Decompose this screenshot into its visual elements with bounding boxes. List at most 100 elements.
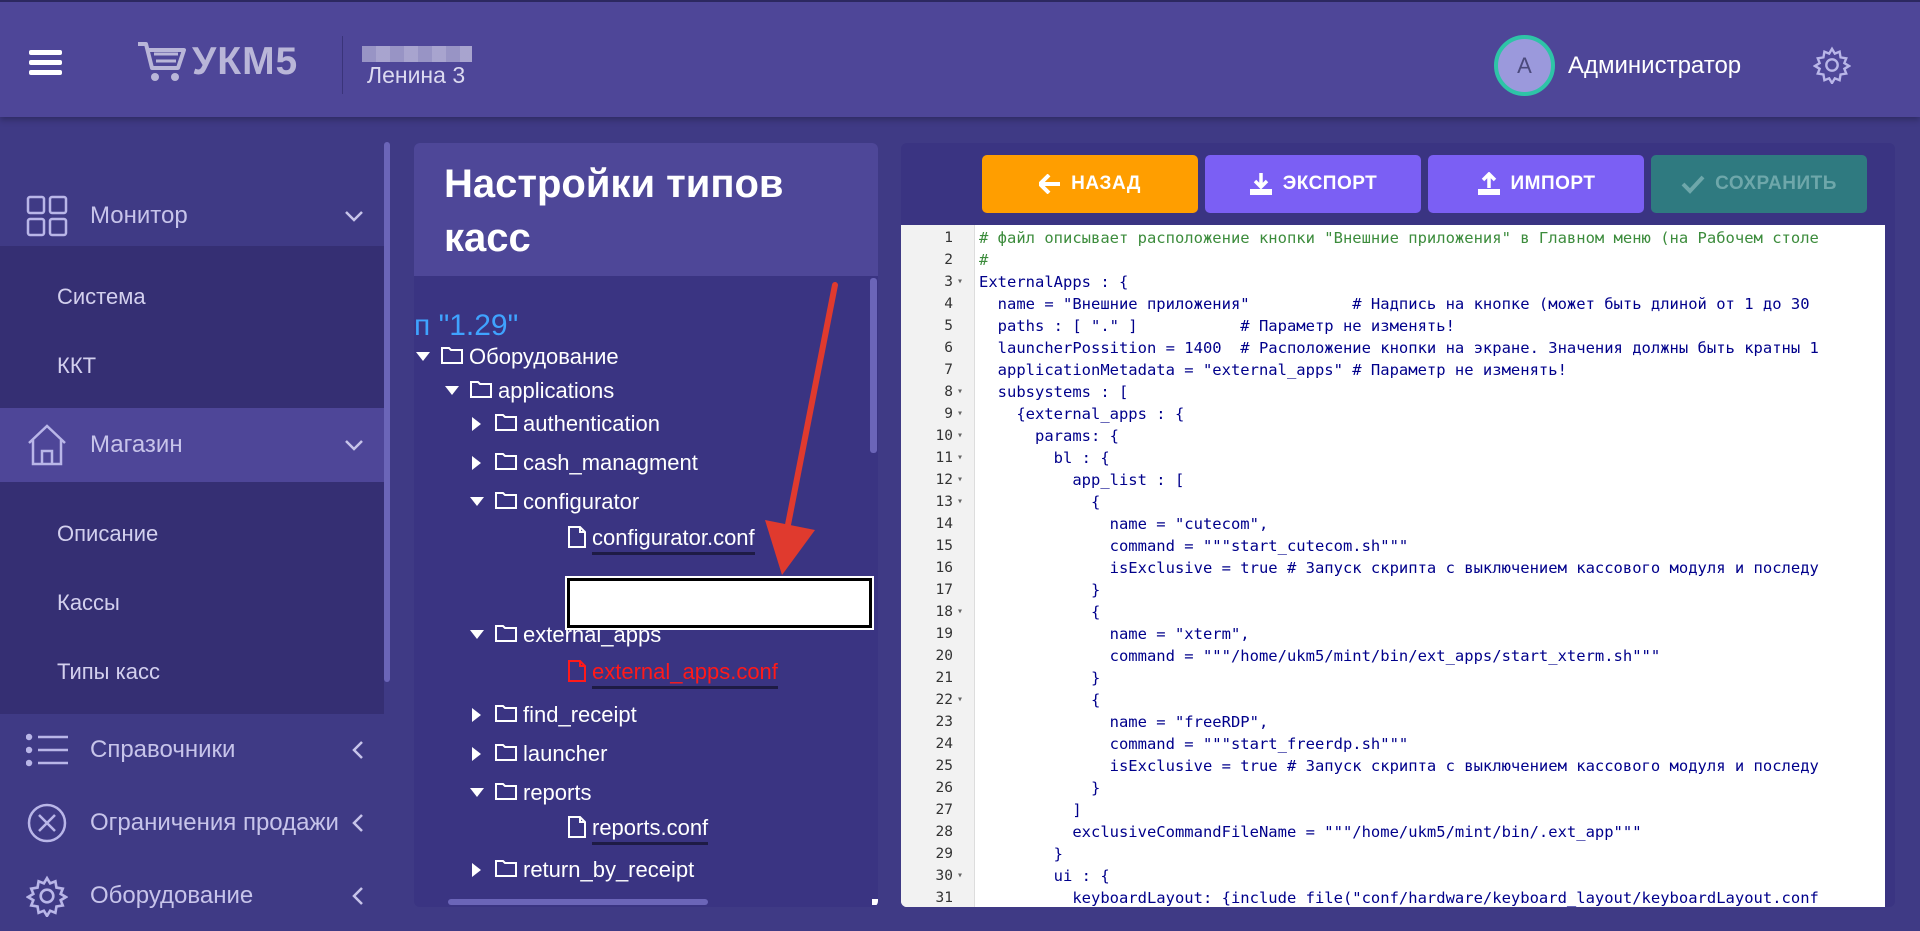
fold-arrow-icon[interactable]: ▾ <box>957 381 963 403</box>
caret-right-icon[interactable] <box>465 417 489 431</box>
code-line: 29 } <box>901 843 1885 865</box>
code-line: 31 keyboardLayout: {include file("conf/h… <box>901 887 1885 907</box>
line-number: 28 <box>935 824 953 840</box>
caret-down-icon[interactable] <box>465 497 489 507</box>
caret-down-icon[interactable] <box>411 352 435 362</box>
code-text: ] <box>979 801 1082 819</box>
tree-folder-node[interactable]: Оборудование <box>411 344 619 370</box>
tree-node-label: authentication <box>523 411 660 436</box>
line-number: 2 <box>944 252 953 268</box>
hamburger-menu-icon[interactable] <box>29 50 62 75</box>
fold-arrow-icon[interactable]: ▾ <box>957 469 963 491</box>
code-text: {external_apps : { <box>979 405 1185 423</box>
fold-arrow-icon[interactable]: ▾ <box>957 601 963 623</box>
line-number: 30 <box>935 868 953 884</box>
tree-folder-node[interactable]: launcher <box>465 741 607 767</box>
tree-folder-node[interactable]: authentication <box>465 411 660 437</box>
line-number: 8 <box>944 384 953 400</box>
folder-icon <box>495 411 517 437</box>
new-node-name-input[interactable] <box>567 578 872 628</box>
sidebar-subitem-kkt[interactable]: ККТ <box>57 353 96 379</box>
line-number: 31 <box>935 890 953 906</box>
monitor-submenu <box>0 246 384 408</box>
code-text: paths : [ "." ] # Параметр не изменять! <box>979 317 1455 335</box>
tree-file-node[interactable]: configurator.conf <box>568 525 755 555</box>
code-text: ui : { <box>979 867 1110 885</box>
fold-arrow-icon[interactable]: ▾ <box>957 447 963 469</box>
code-line: 24 command = """start_freerdp.sh""" <box>901 733 1885 755</box>
sidebar-subitem-cashbox-types[interactable]: Типы касс <box>57 659 160 685</box>
caret-right-icon[interactable] <box>465 863 489 877</box>
folder-icon <box>495 702 517 728</box>
fold-arrow-icon[interactable]: ▾ <box>957 689 963 711</box>
tree-node-label: configurator <box>523 489 640 514</box>
header-divider <box>342 36 343 94</box>
code-text: command = """/home/ukm5/mint/bin/ext_app… <box>979 647 1661 665</box>
code-text: { <box>979 691 1101 709</box>
sidebar-item-label: Монитор <box>90 202 188 229</box>
folder-icon <box>495 780 517 806</box>
code-text: name = "xterm", <box>979 625 1250 643</box>
fold-arrow-icon[interactable]: ▾ <box>957 271 963 293</box>
fold-arrow-icon[interactable]: ▾ <box>957 403 963 425</box>
sidebar-item-sale-restrictions[interactable]: Ограничения продажи <box>0 787 384 859</box>
code-line: 27 ] <box>901 799 1885 821</box>
sidebar-item-equipment[interactable]: Оборудование <box>0 860 384 931</box>
code-text: name = "cutecom", <box>979 515 1269 533</box>
fold-arrow-icon[interactable]: ▾ <box>957 865 963 887</box>
line-number: 9 <box>944 406 953 422</box>
caret-down-icon[interactable] <box>440 386 464 396</box>
line-number: 10 <box>935 428 953 444</box>
sidebar-subitem-description[interactable]: Описание <box>57 521 158 547</box>
save-button[interactable]: СОХРАНИТЬ <box>1651 155 1867 213</box>
tree-folder-node[interactable]: find_receipt <box>465 702 637 728</box>
logo[interactable]: УКМ5 <box>136 40 298 84</box>
code-line: 16 isExclusive = true # Запуск скрипта с… <box>901 557 1885 579</box>
code-editor[interactable]: 1 # файл описывает расположение кнопки "В… <box>901 225 1885 907</box>
fold-arrow-icon[interactable]: ▾ <box>957 425 963 447</box>
caret-right-icon[interactable] <box>465 747 489 761</box>
line-number: 29 <box>935 846 953 862</box>
tree-folder-node[interactable]: cash_managment <box>465 450 698 476</box>
sidebar-subitem-cashboxes[interactable]: Кассы <box>57 590 120 616</box>
import-button[interactable]: ИМПОРТ <box>1428 155 1644 213</box>
tree-node-label: Оборудование <box>469 344 619 369</box>
code-text: } <box>979 669 1101 687</box>
code-text: keyboardLayout: {include file("conf/hard… <box>979 889 1819 907</box>
back-button[interactable]: НАЗАД <box>982 155 1198 213</box>
caret-right-icon[interactable] <box>465 456 489 470</box>
sidebar-item-label: Оборудование <box>90 882 254 909</box>
tree-node-label: reports <box>523 780 592 805</box>
settings-gear-icon[interactable] <box>1813 46 1851 84</box>
caret-down-icon[interactable] <box>465 788 489 798</box>
line-number: 3 <box>944 274 953 290</box>
line-number: 25 <box>935 758 953 774</box>
store-name[interactable]: Ленина 3 <box>367 62 465 89</box>
sidebar-subitem-system[interactable]: Система <box>57 284 146 310</box>
line-number: 13 <box>935 494 953 510</box>
avatar[interactable]: А <box>1494 35 1555 96</box>
back-label: НАЗАД <box>1071 173 1141 194</box>
tree-folder-node[interactable]: return_by_receipt <box>465 857 694 883</box>
sidebar-scrollbar[interactable] <box>384 142 390 682</box>
sidebar-item-monitor[interactable]: Монитор <box>0 180 384 252</box>
sidebar-item-references[interactable]: Справочники <box>0 714 384 786</box>
tree-file-node[interactable]: external_apps.conf <box>568 659 778 689</box>
tree-horizontal-scrollbar[interactable] <box>448 899 708 905</box>
fold-arrow-icon[interactable]: ▾ <box>957 491 963 513</box>
caret-down-icon[interactable] <box>465 630 489 640</box>
tree-folder-node[interactable]: reports <box>465 780 591 806</box>
tree-folder-node[interactable]: applications <box>440 378 614 404</box>
line-number: 4 <box>944 296 953 312</box>
tree-folder-node[interactable]: configurator <box>465 489 639 515</box>
tree-file-node[interactable]: reports.conf <box>568 815 709 845</box>
user-name[interactable]: Администратор <box>1568 52 1741 80</box>
tree-vertical-scrollbar[interactable] <box>870 278 877 453</box>
export-button[interactable]: ЭКСПОРТ <box>1205 155 1421 213</box>
editor-panel: НАЗАД ЭКСПОРТ ИМПОРТ СОХРАНИТЬ 1 # файл о… <box>901 143 1895 907</box>
tree-node-label: find_receipt <box>523 702 637 727</box>
sidebar-item-store[interactable]: Магазин <box>0 408 384 482</box>
line-number: 6 <box>944 340 953 356</box>
folder-icon <box>495 622 517 648</box>
caret-right-icon[interactable] <box>465 708 489 722</box>
